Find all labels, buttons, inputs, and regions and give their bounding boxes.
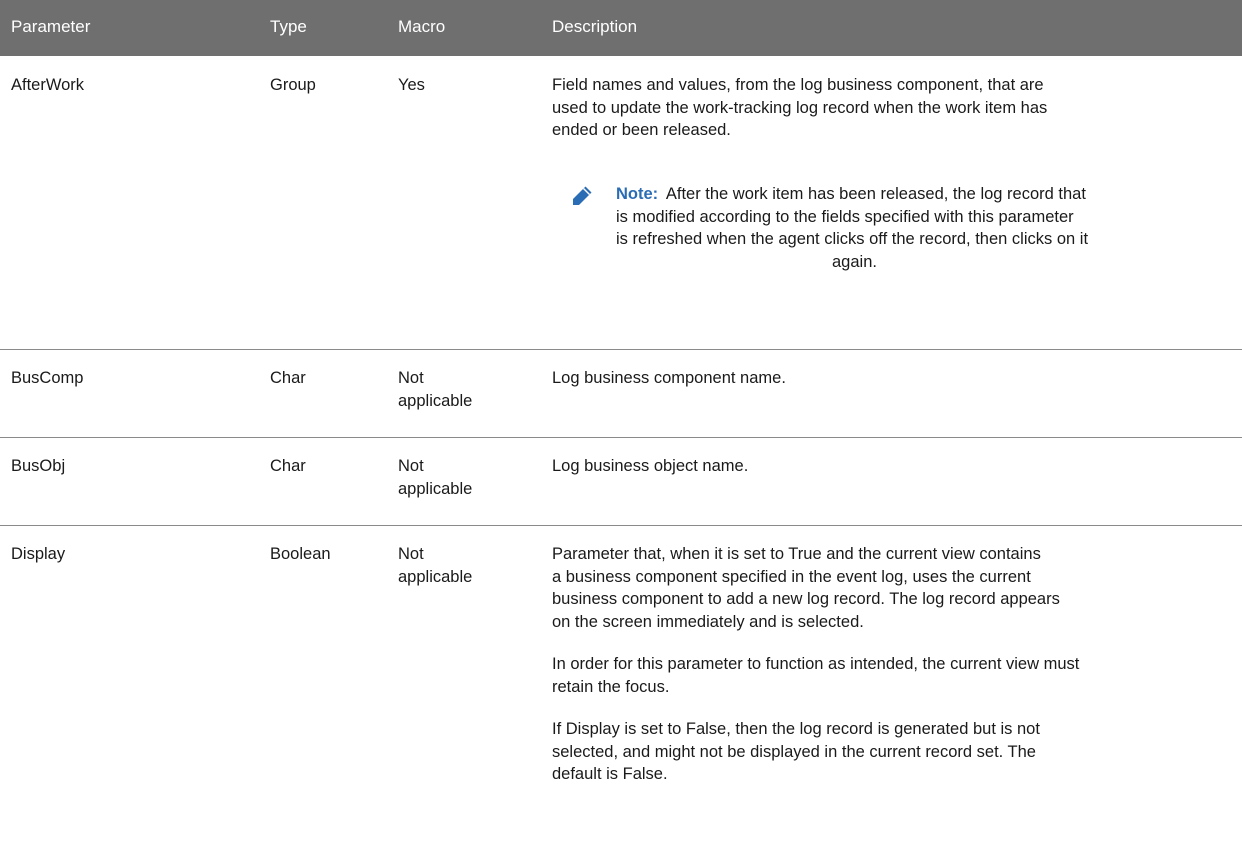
macro-line: applicable (398, 391, 473, 410)
description-line: Log business component name. (552, 369, 786, 387)
description-paragraph: Parameter that, when it is set to True a… (552, 543, 1232, 633)
description-line: If Display is set to False, then the log… (552, 720, 1040, 738)
note-line: is refreshed when the agent clicks off t… (616, 230, 1089, 248)
cell-description: Field names and values, from the log bus… (552, 74, 1232, 142)
row-divider (0, 349, 1242, 350)
macro-line: applicable (398, 479, 473, 498)
description-line: Parameter that, when it is set to True a… (552, 545, 1041, 563)
macro-line: applicable (398, 567, 473, 586)
cell-parameter: AfterWork (11, 76, 85, 94)
cell-description: Log business object name. (552, 455, 748, 478)
macro-line: Not (398, 457, 424, 475)
description-line: on the screen immediately and is selecte… (552, 612, 864, 631)
cell-type: Char (270, 457, 306, 475)
row-divider (0, 437, 1242, 438)
cell-type: Char (270, 369, 306, 387)
description-line: Log business object name. (552, 457, 749, 475)
description-line: used to update the work-tracking log rec… (552, 98, 1048, 117)
description-line: In order for this parameter to function … (552, 655, 1080, 673)
cell-parameter: BusObj (11, 457, 66, 475)
cell-type: Boolean (270, 545, 331, 563)
cell-macro: Not applicable (398, 455, 472, 500)
description-line: ended or been released. (552, 121, 731, 139)
pencil-icon (570, 184, 594, 208)
cell-macro: Yes (398, 76, 425, 94)
cell-description: Parameter that, when it is set to True a… (552, 543, 1232, 786)
description-line: selected, and might not be displayed in … (552, 742, 1036, 761)
header-parameter: Parameter (11, 17, 91, 36)
description-line: default is False. (552, 765, 668, 783)
note-line: again. (832, 252, 877, 271)
cell-description: Log business component name. (552, 367, 786, 390)
description-paragraph: In order for this parameter to function … (552, 653, 1232, 698)
macro-line: Not (398, 369, 424, 387)
description-line: a business component specified in the ev… (552, 567, 1031, 586)
note-line: is modified according to the fields spec… (616, 207, 1074, 226)
cell-macro: Not applicable (398, 543, 472, 588)
note-block: Note: After the work item has been relea… (573, 183, 1220, 273)
header-type: Type (270, 17, 307, 36)
note-label: Note: (616, 185, 659, 203)
cell-parameter: BusComp (11, 369, 84, 387)
header-description: Description (552, 17, 638, 36)
description-line: Field names and values, from the log bus… (552, 76, 1044, 94)
note-line: After the work item has been released, t… (665, 185, 1086, 203)
cell-parameter: Display (11, 545, 66, 563)
description-line: retain the focus. (552, 677, 670, 696)
cell-type: Group (270, 76, 316, 94)
cell-macro: Not applicable (398, 367, 472, 412)
header-macro: Macro (398, 17, 446, 36)
macro-line: Not (398, 545, 424, 563)
table-header: Parameter Type Macro Description (0, 0, 1242, 56)
description-line: business component to add a new log reco… (552, 590, 1060, 608)
row-divider (0, 525, 1242, 526)
description-paragraph: If Display is set to False, then the log… (552, 718, 1232, 786)
